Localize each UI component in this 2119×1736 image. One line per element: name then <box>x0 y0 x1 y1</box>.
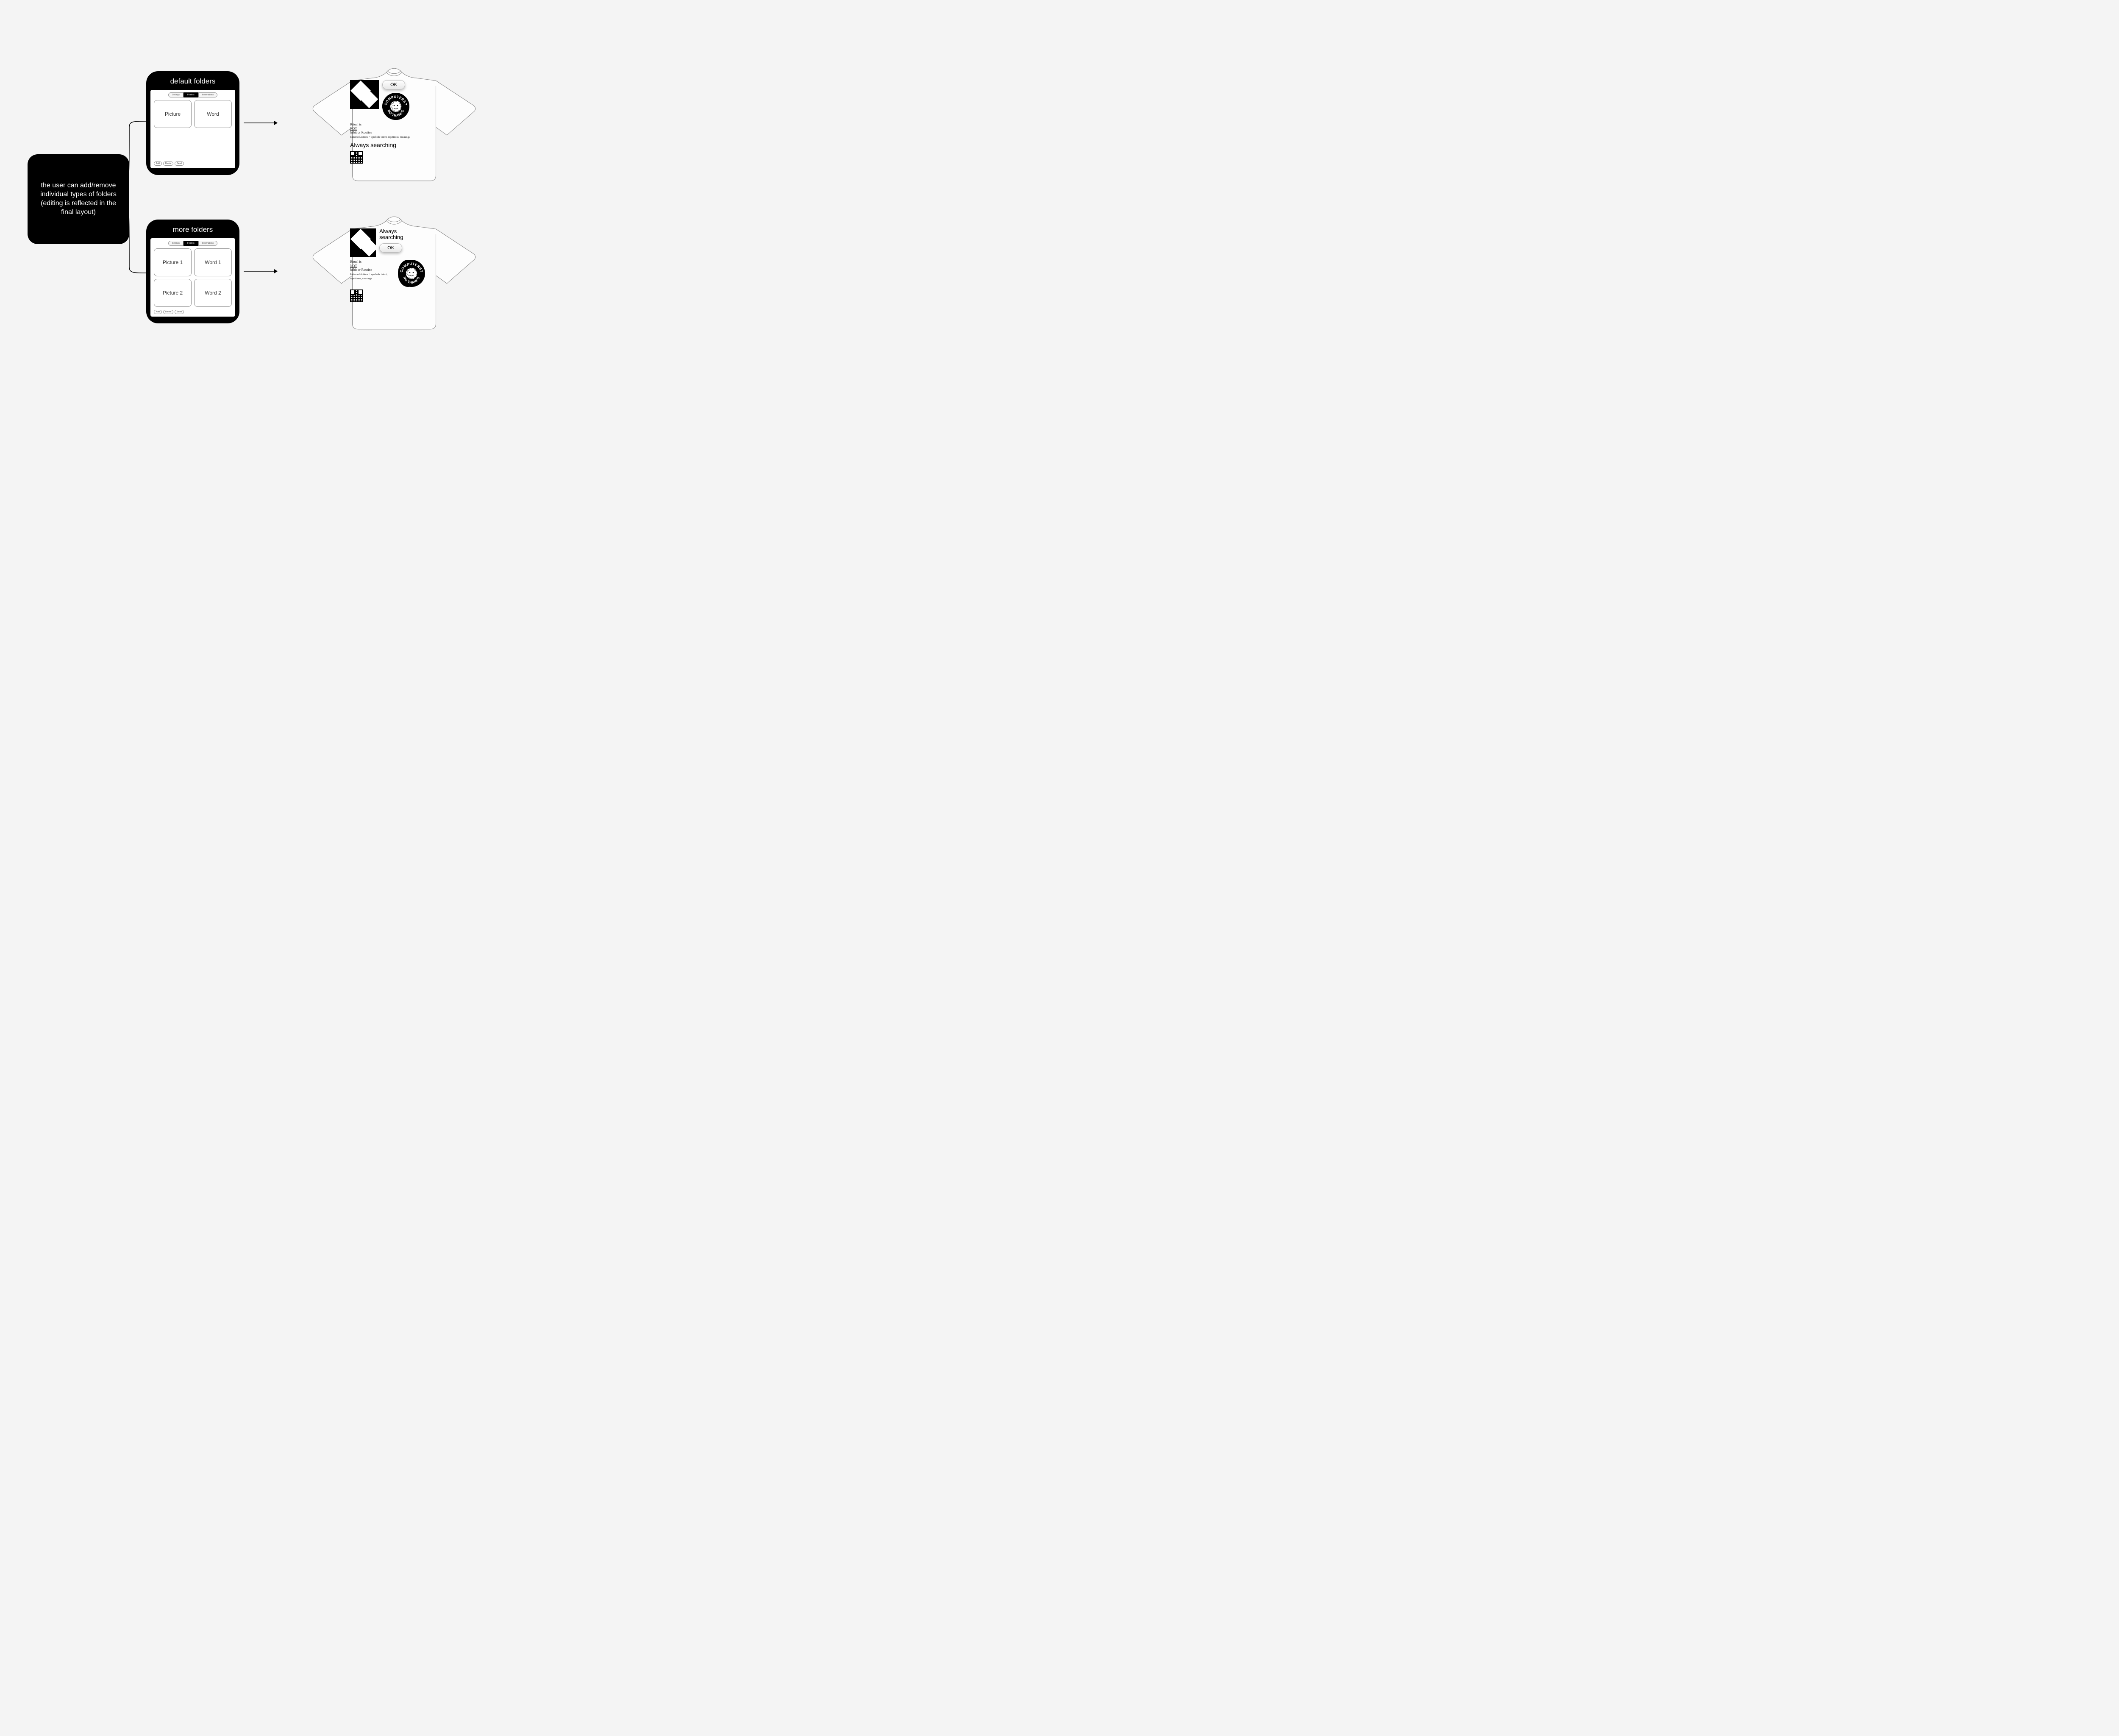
delete-button[interactable]: Delete <box>163 310 173 314</box>
tab-bar: Settings Folders Informations <box>154 92 232 97</box>
qr-code <box>350 151 363 164</box>
folder-grid: Picture Word <box>154 100 232 128</box>
qr-code <box>350 289 363 302</box>
delete-button[interactable]: Delete <box>163 161 173 166</box>
abstract-graphic <box>350 228 376 257</box>
shirt-mockup-default: OK COMPUTERS? NO THANKS Ritual is NOT ha… <box>292 66 496 184</box>
description-node: the user can add/remove individual types… <box>28 154 129 244</box>
shirt-print-area: Always searching OK Ritual is NOT habit … <box>350 228 418 302</box>
shirt-mockup-more: Always searching OK Ritual is NOT habit … <box>292 214 496 333</box>
device-screen: Settings Folders Informations Picture Wo… <box>150 90 235 168</box>
tab-informations[interactable]: Informations <box>198 92 218 97</box>
tab-settings[interactable]: Settings <box>168 92 184 97</box>
computers-patch: COMPUTERS? NO THANKS <box>398 260 418 287</box>
folder-item[interactable]: Picture 1 <box>154 248 192 276</box>
folder-item[interactable]: Word <box>194 100 232 128</box>
tab-folders[interactable]: Folders <box>184 92 198 97</box>
tagline-text: Always searching <box>379 228 418 241</box>
add-button[interactable]: Add <box>154 310 162 314</box>
tab-informations[interactable]: Informations <box>198 241 218 246</box>
tab-bar: Settings Folders Informations <box>154 241 232 246</box>
abstract-graphic <box>350 80 379 109</box>
connector-split <box>119 119 148 275</box>
tab-folders[interactable]: Folders <box>184 241 198 246</box>
add-button[interactable]: Add <box>154 161 162 166</box>
device-default-folders: default folders Settings Folders Informa… <box>146 71 239 175</box>
action-bar: Add Delete Send <box>154 161 184 166</box>
handwriting-note: Ritual is NOT habit or Routine Patterned… <box>350 122 418 139</box>
send-button[interactable]: Send <box>175 310 184 314</box>
device-title: default folders <box>150 77 235 86</box>
arrow-to-shirt-a <box>244 120 278 125</box>
folder-item[interactable]: Word 2 <box>194 279 232 307</box>
folder-item[interactable]: Word 1 <box>194 248 232 276</box>
device-screen: Settings Folders Informations Picture 1 … <box>150 238 235 317</box>
device-more-folders: more folders Settings Folders Informatio… <box>146 220 239 323</box>
ok-button[interactable]: OK <box>379 243 402 253</box>
computers-patch: COMPUTERS? NO THANKS <box>382 93 409 120</box>
folder-grid: Picture 1 Word 1 Picture 2 Word 2 <box>154 248 232 307</box>
shirt-print-area: OK COMPUTERS? NO THANKS Ritual is NOT ha… <box>350 80 418 164</box>
send-button[interactable]: Send <box>175 161 184 166</box>
ok-button[interactable]: OK <box>382 80 405 89</box>
arrow-to-shirt-b <box>244 269 278 274</box>
action-bar: Add Delete Send <box>154 310 184 314</box>
folder-item[interactable]: Picture 2 <box>154 279 192 307</box>
tab-settings[interactable]: Settings <box>168 241 184 246</box>
folder-item[interactable]: Picture <box>154 100 192 128</box>
tagline-text: Always searching <box>350 142 418 148</box>
handwriting-note: Ritual is NOT habit or Routine Patterned… <box>350 260 395 281</box>
device-title: more folders <box>150 225 235 234</box>
description-text: the user can add/remove individual types… <box>36 181 121 217</box>
